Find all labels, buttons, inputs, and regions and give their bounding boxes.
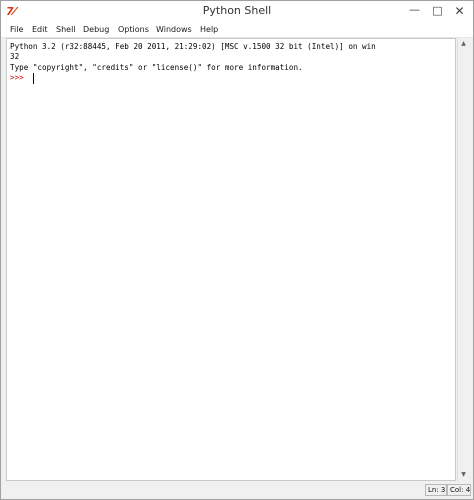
- shell-prompt: >>>: [10, 73, 29, 82]
- title-bar[interactable]: 7⁄ Python Shell — □ ✕: [1, 1, 473, 23]
- vertical-scrollbar[interactable]: ▲ ▼: [457, 38, 468, 481]
- shell-text-area[interactable]: Python 3.2 (r32:88445, Feb 20 2011, 21:2…: [6, 38, 456, 481]
- banner-line-1: Python 3.2 (r32:88445, Feb 20 2011, 21:2…: [10, 42, 376, 51]
- menu-edit[interactable]: Edit: [32, 23, 48, 36]
- menu-shell[interactable]: Shell: [56, 23, 76, 36]
- column-number-indicator: Col: 4: [447, 484, 471, 496]
- menu-windows[interactable]: Windows: [156, 23, 192, 36]
- menu-help[interactable]: Help: [200, 23, 218, 36]
- scroll-down-arrow-icon[interactable]: ▼: [458, 469, 469, 481]
- line-number-indicator: Ln: 3: [425, 484, 447, 496]
- menu-debug[interactable]: Debug: [83, 23, 109, 36]
- banner-line-2: 32: [10, 52, 20, 61]
- scroll-up-arrow-icon[interactable]: ▲: [458, 38, 469, 50]
- menu-file[interactable]: File: [10, 23, 23, 36]
- close-button[interactable]: ✕: [445, 1, 474, 21]
- text-cursor: [33, 73, 34, 84]
- status-bar: Ln: 3 Col: 4: [1, 481, 473, 499]
- banner-line-3: Type "copyright", "credits" or "license(…: [10, 63, 303, 72]
- menu-bar: File Edit Shell Debug Options Windows He…: [1, 23, 473, 38]
- menu-options[interactable]: Options: [118, 23, 149, 36]
- python-shell-window: 7⁄ Python Shell — □ ✕ File Edit Shell De…: [0, 0, 474, 500]
